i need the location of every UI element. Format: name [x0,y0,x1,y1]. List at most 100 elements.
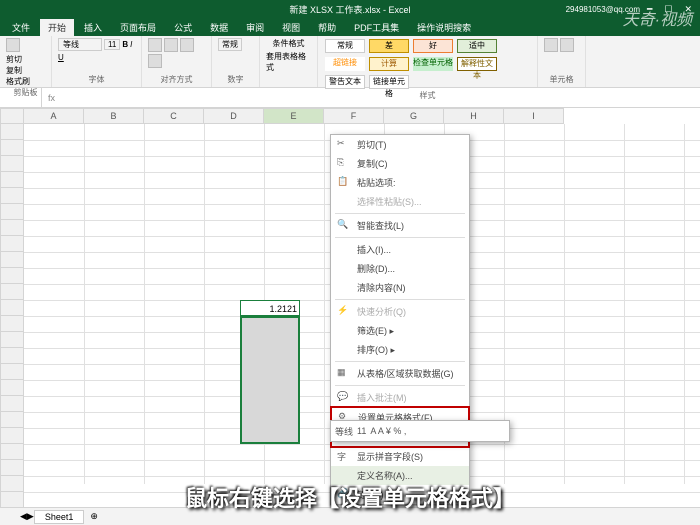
namebox[interactable] [0,88,42,107]
row-header[interactable] [0,332,24,348]
style-explain[interactable]: 解释性文本 [457,57,497,71]
selection-range[interactable] [240,316,300,444]
cut-button[interactable]: 剪切 [6,54,30,65]
ctx-clear[interactable]: 清除内容(N) [331,278,469,297]
row-header[interactable] [0,220,24,236]
mini-font[interactable]: 等线 [335,425,353,438]
underline-button[interactable]: U [58,53,64,62]
row-header[interactable] [0,252,24,268]
mini-buttons[interactable]: A A ¥ % , [370,426,406,436]
style-warn[interactable]: 警告文本 [325,75,365,89]
scissors-icon: ✂ [337,138,349,150]
style-neutral[interactable]: 适中 [457,39,497,53]
row-header[interactable] [0,172,24,188]
ctx-comment: 💬插入批注(M) [331,388,469,407]
tab-review[interactable]: 审阅 [238,19,272,36]
row-header[interactable] [0,412,24,428]
ctx-insert[interactable]: 插入(I)... [331,240,469,259]
row-header[interactable] [0,124,24,140]
tab-formula[interactable]: 公式 [166,19,200,36]
paste-icon[interactable] [6,38,20,52]
col-I[interactable]: I [504,108,564,124]
mini-toolbar[interactable]: 等线 11 A A ¥ % , [330,420,510,442]
row-header[interactable] [0,316,24,332]
tab-data[interactable]: 数据 [202,19,236,36]
ribbon-tabs: 文件 开始 插入 页面布局 公式 数据 审阅 视图 帮助 PDF工具集 操作说明… [0,18,700,36]
search-icon: 🔍 [337,219,349,231]
row-header[interactable] [0,140,24,156]
insert-cells-icon[interactable] [544,38,558,52]
row-header[interactable] [0,204,24,220]
ctx-filter[interactable]: 筛选(E) ▸ [331,321,469,340]
ctx-smart-lookup[interactable]: 🔍智能查找(L) [331,216,469,235]
style-normal[interactable]: 常规 [325,39,365,53]
paste-icon: 📋 [337,176,349,188]
mini-size[interactable]: 11 [357,426,366,436]
tab-home[interactable]: 开始 [40,19,74,36]
tab-search[interactable]: 操作说明搜索 [409,19,479,36]
ctx-pinyin[interactable]: 字显示拼音字段(S) [331,447,469,466]
row-header[interactable] [0,156,24,172]
group-number-label: 数字 [218,74,253,85]
col-D[interactable]: D [204,108,264,124]
group-align-label: 对齐方式 [148,74,205,85]
subtitle-caption: 鼠标右键选择【设置单元格格式】 [0,481,700,513]
col-H[interactable]: H [444,108,504,124]
style-good[interactable]: 好 [413,39,453,53]
row-header[interactable] [0,380,24,396]
ctx-sort[interactable]: 排序(O) ▸ [331,340,469,359]
font-family-select[interactable]: 等线 [58,38,102,51]
style-calc[interactable]: 计算 [369,57,409,71]
style-linked[interactable]: 链接单元格 [369,75,409,89]
copy-icon: ⎘ [337,157,349,169]
row-header[interactable] [0,268,24,284]
delete-cells-icon[interactable] [560,38,574,52]
merge-icon[interactable] [148,54,162,68]
copy-button[interactable]: 复制 [6,65,30,76]
tab-view[interactable]: 视图 [274,19,308,36]
ctx-paste-options[interactable]: 📋粘贴选项: [331,173,469,192]
ctx-getdata[interactable]: ▦从表格/区域获取数据(G) [331,364,469,383]
select-all-corner[interactable] [0,108,24,124]
formatpainter-button[interactable]: 格式刷 [6,76,30,87]
cond-format-button[interactable]: 条件格式 [273,38,305,49]
align-right-icon[interactable] [180,38,194,52]
italic-button[interactable]: I [130,40,132,49]
font-size-select[interactable]: 11 [104,39,120,50]
style-bad[interactable]: 差 [369,39,409,53]
row-header[interactable] [0,364,24,380]
row-header[interactable] [0,428,24,444]
row-header[interactable] [0,284,24,300]
style-check[interactable]: 检查单元格 [413,57,453,71]
col-G[interactable]: G [384,108,444,124]
col-C[interactable]: C [144,108,204,124]
row-header[interactable] [0,444,24,460]
ctx-copy[interactable]: ⎘复制(C) [331,154,469,173]
number-format-select[interactable]: 常规 [218,38,242,51]
align-left-icon[interactable] [148,38,162,52]
group-styles-label: 样式 [324,90,531,101]
col-F[interactable]: F [324,108,384,124]
row-header[interactable] [0,300,24,316]
tab-layout[interactable]: 页面布局 [112,19,164,36]
col-A[interactable]: A [24,108,84,124]
table-format-button[interactable]: 套用表格格式 [266,51,311,73]
tab-insert[interactable]: 插入 [76,19,110,36]
tab-pdf[interactable]: PDF工具集 [346,19,407,36]
cell-E12[interactable]: 1.2121 [240,300,300,316]
row-header[interactable] [0,236,24,252]
align-center-icon[interactable] [164,38,178,52]
row-header[interactable] [0,188,24,204]
ctx-cut[interactable]: ✂剪切(T) [331,135,469,154]
ctx-delete[interactable]: 删除(D)... [331,259,469,278]
tab-help[interactable]: 帮助 [310,19,344,36]
style-hyperlink[interactable]: 超链接 [325,57,365,71]
col-E[interactable]: E [264,108,324,124]
bold-button[interactable]: B [122,40,128,49]
row-header[interactable] [0,460,24,476]
fx-icon[interactable]: fx [42,93,61,103]
col-B[interactable]: B [84,108,144,124]
row-header[interactable] [0,348,24,364]
tab-file[interactable]: 文件 [4,19,38,36]
row-header[interactable] [0,396,24,412]
